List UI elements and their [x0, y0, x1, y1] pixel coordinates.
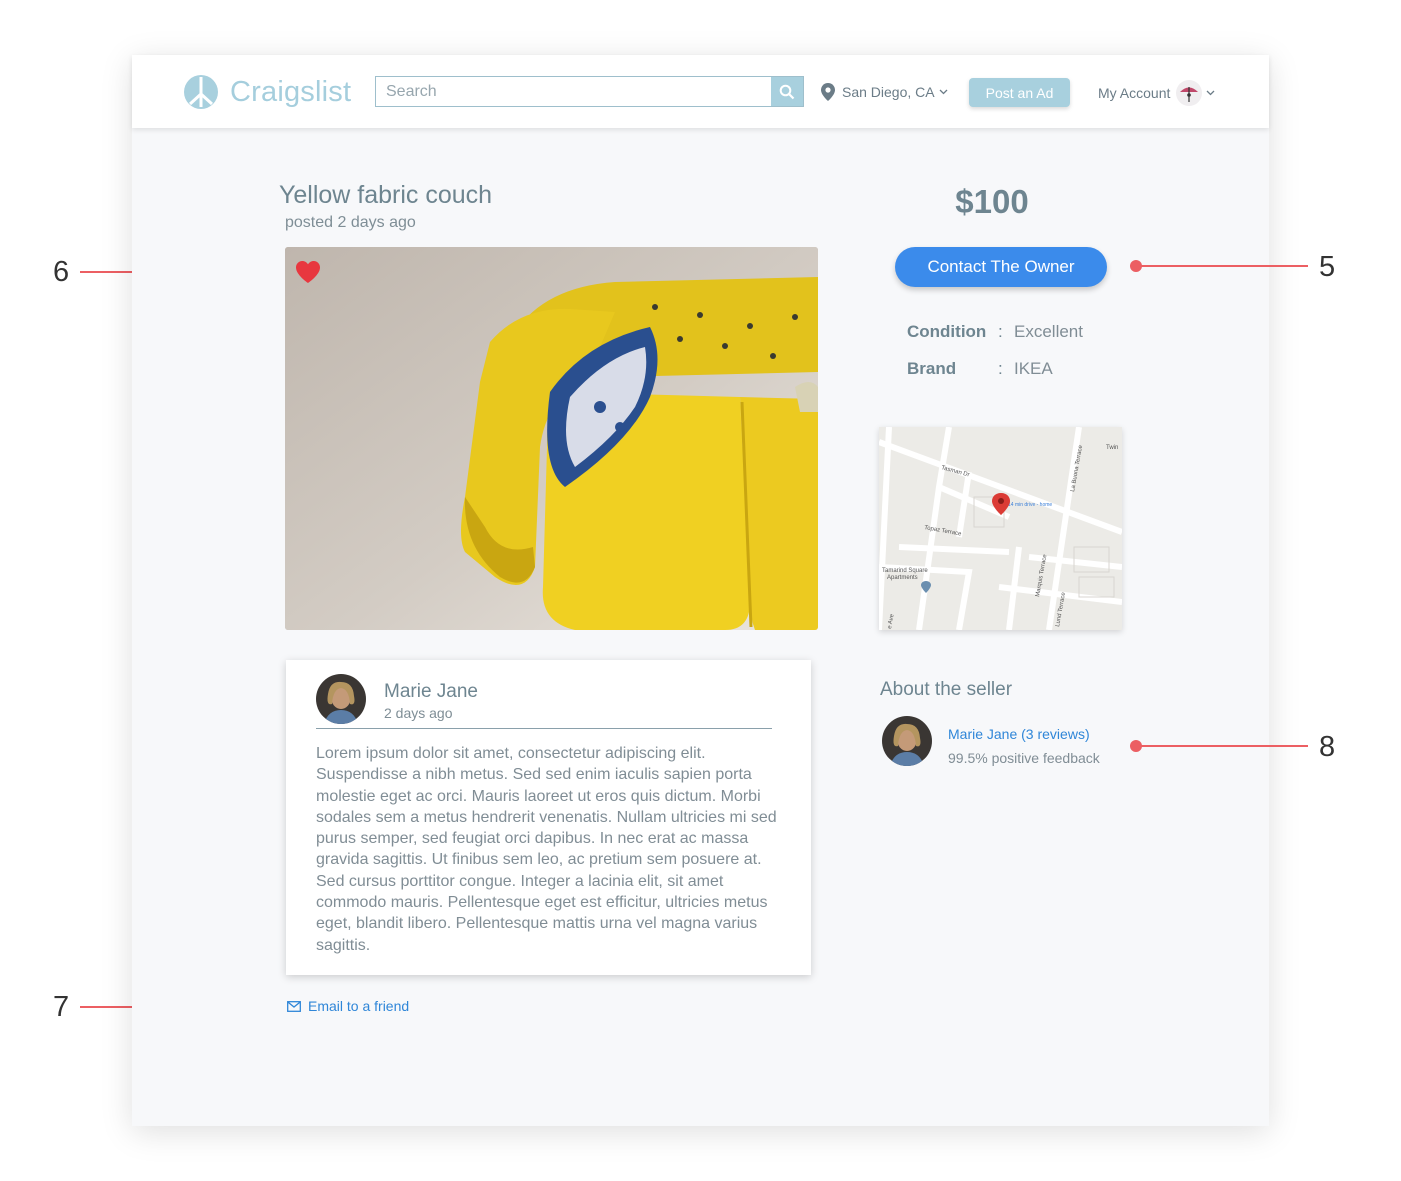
- email-friend-label: Email to a friend: [308, 998, 410, 1014]
- page-frame: Craigslist San Diego, CA Post an Ad My: [132, 55, 1269, 1126]
- location-pin-icon: [821, 83, 835, 101]
- couch-photo-image: [285, 247, 818, 630]
- annotation-number-7: 7: [53, 991, 70, 1023]
- favorite-heart-icon[interactable]: [295, 260, 321, 284]
- account-label: My Account: [1098, 85, 1171, 101]
- location-label: San Diego, CA: [842, 84, 935, 100]
- chevron-down-icon: [939, 89, 948, 95]
- about-seller-heading: About the seller: [880, 679, 1013, 700]
- comment-body: Lorem ipsum dolor sit amet, consectetur …: [316, 745, 777, 954]
- chevron-down-icon: [1206, 90, 1215, 96]
- map-label: Tamarind Square: [882, 568, 928, 574]
- comment-card: Marie Jane 2 days ago Lorem ipsum dolor …: [286, 660, 811, 975]
- person-avatar-icon: [316, 674, 366, 724]
- account-avatar: [1176, 80, 1203, 106]
- post-ad-button[interactable]: Post an Ad: [969, 78, 1070, 107]
- location-selector[interactable]: San Diego, CA: [821, 83, 948, 101]
- spec-value: IKEA: [1014, 359, 1053, 378]
- top-navbar: Craigslist San Diego, CA Post an Ad My: [132, 55, 1269, 128]
- search-bar: [375, 76, 804, 107]
- spec-label: Brand: [907, 359, 957, 378]
- spec-colon: :: [998, 359, 1003, 378]
- spec-value: Excellent: [1014, 322, 1083, 341]
- envelope-icon: [287, 1000, 301, 1012]
- umbrella-avatar-icon: [1180, 87, 1199, 102]
- map-label: Twin: [1106, 445, 1118, 451]
- posted-date: posted 2 days ago: [285, 214, 416, 231]
- listing-photo[interactable]: [285, 247, 818, 630]
- comment-divider: [316, 728, 772, 729]
- contact-owner-button[interactable]: Contact The Owner: [895, 247, 1107, 287]
- map-label: 14 min drive - home: [1008, 502, 1052, 508]
- search-input[interactable]: [376, 77, 771, 106]
- search-icon: [779, 84, 795, 99]
- email-friend-link[interactable]: Email to a friend: [287, 998, 409, 1014]
- logo-text[interactable]: Craigslist: [230, 76, 351, 109]
- commenter-name: Marie Jane: [384, 681, 478, 702]
- annotation-number-5: 5: [1319, 251, 1336, 283]
- account-menu[interactable]: My Account: [1098, 80, 1215, 106]
- seller-feedback: 99.5% positive feedback: [948, 750, 1100, 766]
- seller-reviews-link[interactable]: Marie Jane (3 reviews): [948, 726, 1090, 742]
- location-map[interactable]: Tasman Dr Topaz Terrace Tamarind Square …: [879, 427, 1122, 630]
- annotation-line-8: [1136, 745, 1308, 747]
- seller-avatar[interactable]: [882, 716, 932, 766]
- person-avatar-icon: [882, 716, 932, 766]
- listing-price: $100: [955, 183, 1029, 220]
- annotation-number-6: 6: [53, 256, 70, 288]
- peace-logo-icon[interactable]: [183, 74, 219, 110]
- annotation-line-5: [1136, 265, 1308, 267]
- spec-colon: :: [998, 322, 1003, 341]
- spec-label: Condition: [907, 322, 987, 341]
- search-button[interactable]: [771, 77, 803, 106]
- map-label: Apartments: [887, 575, 918, 581]
- commenter-avatar[interactable]: [316, 674, 366, 724]
- listing-title: Yellow fabric couch: [279, 181, 493, 209]
- annotation-number-8: 8: [1319, 731, 1336, 763]
- map-graphic: Tasman Dr Topaz Terrace Tamarind Square …: [879, 427, 1122, 630]
- comment-time: 2 days ago: [384, 705, 453, 721]
